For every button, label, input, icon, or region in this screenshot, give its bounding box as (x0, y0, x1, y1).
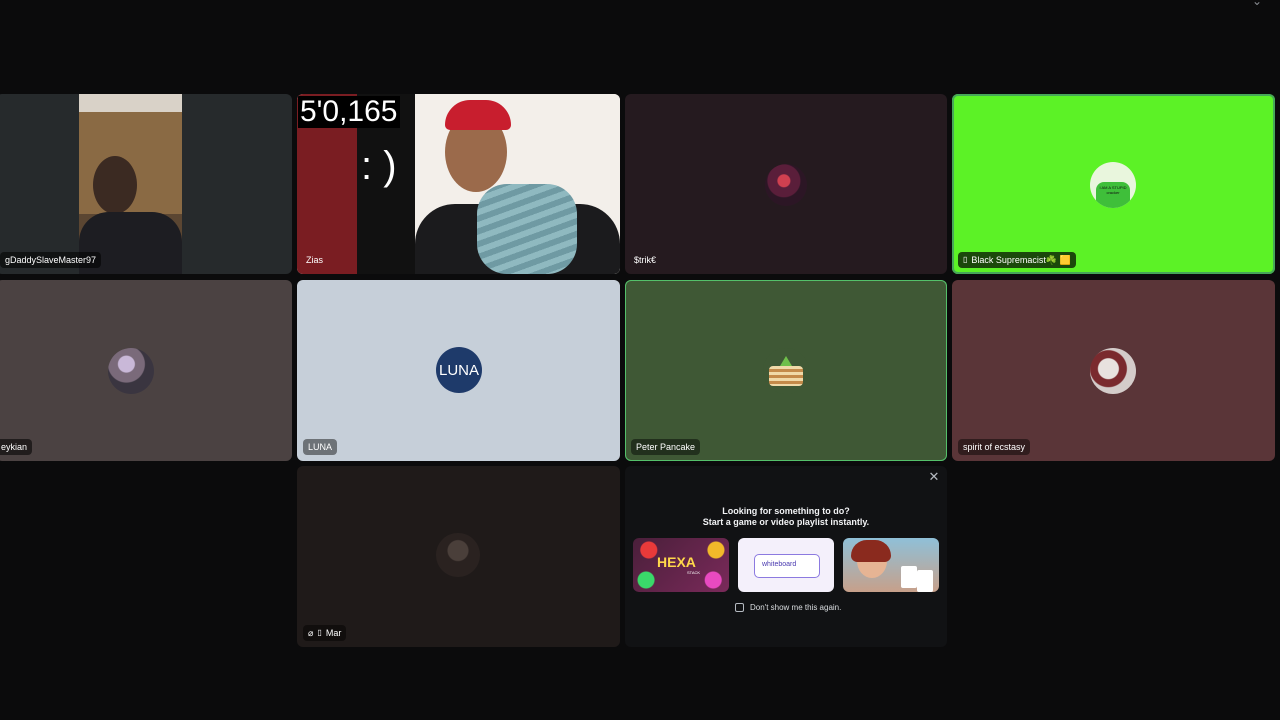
activity-label: HEXA (657, 554, 696, 570)
butter-icon (780, 356, 792, 366)
participant-name: Black Supremacist☘️ 🟨 (971, 255, 1071, 265)
name-tag: eykian (0, 439, 33, 455)
dont-show-checkbox[interactable]: Don't show me this again. (735, 603, 841, 612)
participant-name: Peter Pancake (636, 442, 696, 452)
activity-suggestion-card: ✕ Looking for something to do? Start a g… (625, 466, 947, 647)
activity-sublabel: STACK (687, 570, 701, 575)
name-tag: Peter Pancake (631, 439, 701, 455)
dont-show-label: Don't show me this again. (750, 603, 842, 612)
name-tag: $trik€ (629, 252, 661, 268)
participant-name: Mar (325, 628, 342, 638)
participant-tile-4[interactable]: I AM A STUPID cracker ▯ Black Supremacis… (952, 94, 1275, 274)
video-feed (79, 94, 182, 274)
character-hair (851, 540, 891, 562)
checkbox-icon[interactable] (735, 603, 744, 612)
activity-solitaire[interactable] (843, 538, 939, 592)
blanket (477, 184, 577, 274)
participant-tile-8[interactable]: spirit of ecstasy (952, 280, 1275, 461)
activity-hexa-stack[interactable]: HEXA STACK (633, 538, 729, 592)
name-tag: gDaddySlaveMaster97 (0, 252, 102, 268)
overlay-text: 5'0,165 (298, 95, 400, 128)
cap (445, 100, 511, 130)
pancake-icon (769, 366, 803, 386)
participant-tile-1[interactable]: gDaddySlaveMaster97 (0, 94, 292, 274)
participant-tile-3[interactable]: $trik€ (625, 94, 947, 274)
activity-heading: Looking for something to do? Start a gam… (625, 506, 947, 528)
smiley-text: : ) (361, 144, 397, 188)
name-tag: LUNA (303, 439, 338, 455)
mic-muted-icon: ⌀ (308, 628, 314, 638)
participant-name: LUNA (308, 442, 333, 452)
close-icon[interactable]: ✕ (927, 470, 941, 484)
name-tag: ⌀ ▯ Mar (303, 625, 347, 641)
participant-name: spirit of ecstasy (963, 442, 1026, 452)
avatar (765, 164, 807, 206)
participant-tile-2[interactable]: 5'0,165 : ) Zias (297, 94, 620, 274)
card-icon (917, 570, 933, 592)
participant-name: $trik€ (634, 255, 657, 265)
avatar (1090, 348, 1136, 394)
participant-tile-9[interactable]: ⌀ ▯ Mar (297, 466, 620, 647)
name-tag: spirit of ecstasy (958, 439, 1031, 455)
participant-name: eykian (1, 442, 28, 452)
avatar (108, 348, 154, 394)
activity-whiteboard[interactable]: whiteboard (738, 538, 834, 592)
person-head (93, 156, 137, 214)
avatar-text: I AM A STUPID cracker (1099, 185, 1127, 195)
avatar (436, 533, 480, 577)
activity-label: whiteboard (762, 561, 797, 568)
avatar: LUNA (436, 347, 482, 393)
name-tag: ▯ Black Supremacist☘️ 🟨 (958, 252, 1076, 268)
participant-name: gDaddySlaveMaster97 (5, 255, 97, 265)
avatar-text: LUNA (438, 361, 479, 379)
phone-icon: ▯ (317, 628, 322, 637)
avatar (763, 348, 809, 394)
participant-tile-5[interactable]: eykian (0, 280, 292, 461)
activity-heading-line1: Looking for something to do? (722, 506, 850, 516)
phone-icon: ▯ (963, 255, 968, 264)
avatar: I AM A STUPID cracker (1090, 162, 1136, 208)
name-tag: Zias (301, 252, 328, 268)
activity-heading-line2: Start a game or video playlist instantly… (702, 517, 870, 527)
card-icon (901, 566, 917, 588)
participant-name: Zias (306, 255, 324, 265)
overflow-icon[interactable]: ⌄ (1252, 0, 1266, 8)
participant-tile-7[interactable]: Peter Pancake (625, 280, 947, 461)
participant-tile-6[interactable]: LUNA LUNA (297, 280, 620, 461)
